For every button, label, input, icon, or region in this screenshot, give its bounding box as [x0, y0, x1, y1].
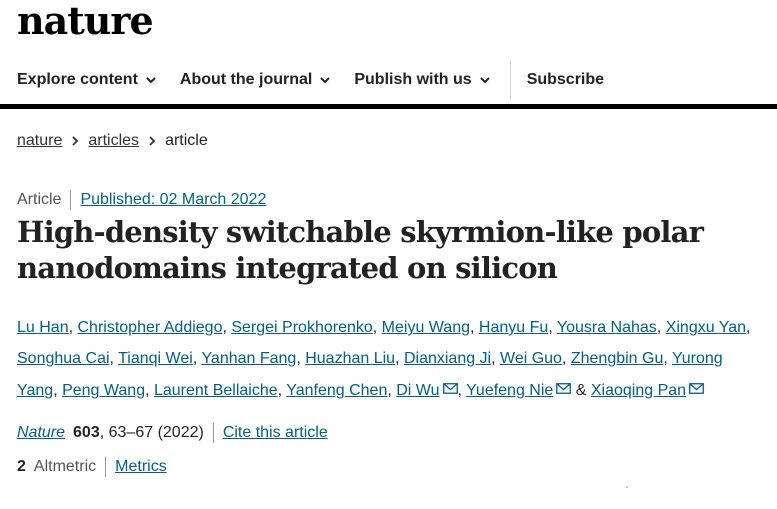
- author-link[interactable]: Huazhan Liu: [305, 350, 395, 367]
- chevron-down-icon: [479, 77, 490, 84]
- author-link[interactable]: Sergei Prokhorenko: [231, 319, 372, 336]
- author-link[interactable]: Xingxu Yan: [666, 319, 746, 336]
- breadcrumb-nature[interactable]: nature: [17, 132, 62, 150]
- volume: 603: [73, 424, 100, 441]
- author-link[interactable]: Peng Wang: [62, 382, 145, 399]
- mail-icon[interactable]: [689, 374, 704, 394]
- nav-publish-label: Publish with us: [354, 71, 472, 88]
- chevron-right-icon: [149, 136, 156, 146]
- author-list: Lu Han, Christopher Addiego, Sergei Prok…: [17, 319, 751, 399]
- author-link[interactable]: Yanhan Fang: [201, 350, 296, 367]
- nav-about-label: About the journal: [179, 71, 313, 88]
- cite-divider: [212, 423, 214, 443]
- author-link[interactable]: Yuefeng Nie: [466, 382, 553, 399]
- author-link[interactable]: Zhengbin Gu: [571, 350, 664, 367]
- article-meta: Article Published: 02 March 2022: [17, 190, 266, 210]
- altmetric-label: Altmetric: [33, 458, 97, 475]
- nav-subscribe[interactable]: Subscribe: [527, 71, 604, 89]
- author-link[interactable]: Laurent Bellaiche: [154, 382, 278, 399]
- author-link[interactable]: Dianxiang Ji: [404, 350, 491, 367]
- altmetric-count: 2: [17, 458, 26, 475]
- stray-dot: [626, 486, 628, 488]
- nav-explore-label: Explore content: [17, 71, 138, 88]
- cite-this-article-link[interactable]: Cite this article: [223, 424, 328, 442]
- nav-explore-content[interactable]: Explore content: [17, 71, 156, 89]
- author-link[interactable]: Yousra Nahas: [557, 319, 657, 336]
- author-link[interactable]: Songhua Cai: [17, 350, 110, 367]
- nav-rule: [0, 104, 777, 109]
- author-link[interactable]: Wei Guo: [500, 350, 562, 367]
- author-link[interactable]: Tianqi Wei: [118, 350, 193, 367]
- meta-divider: [70, 190, 72, 210]
- nature-logo[interactable]: nature: [17, 0, 154, 43]
- author-link[interactable]: Christopher Addiego: [77, 319, 222, 336]
- metrics-line: 2 Altmetric Metrics: [17, 457, 167, 477]
- metrics-link[interactable]: Metrics: [115, 458, 167, 476]
- author-link[interactable]: Hanyu Fu: [479, 319, 548, 336]
- pages-year: , 63–67 (2022): [99, 424, 204, 441]
- main-nav: Explore content About the journal Publis…: [0, 56, 777, 104]
- breadcrumb-current: article: [165, 132, 208, 149]
- published-date-link[interactable]: Published: 02 March 2022: [80, 191, 266, 209]
- author-link[interactable]: Lu Han: [17, 319, 69, 336]
- author-link[interactable]: Meiyu Wang: [382, 319, 470, 336]
- author-link[interactable]: Xiaoqing Pan: [591, 382, 686, 399]
- journal-link[interactable]: Nature: [17, 424, 65, 442]
- chevron-right-icon: [72, 136, 79, 146]
- article-title: High-density switchable skyrmion-like po…: [17, 215, 704, 285]
- citation-line: Nature 603 , 63–67 (2022) Cite this arti…: [17, 423, 328, 443]
- nav-about-journal[interactable]: About the journal: [179, 71, 331, 89]
- chevron-down-icon: [320, 77, 331, 84]
- author-link[interactable]: Yanfeng Chen: [286, 382, 387, 399]
- mail-icon[interactable]: [442, 374, 458, 394]
- metrics-divider: [105, 457, 107, 477]
- breadcrumb: nature articles article: [17, 132, 208, 150]
- nav-subscribe-label: Subscribe: [526, 71, 605, 88]
- nav-publish-with-us[interactable]: Publish with us: [354, 71, 490, 89]
- chevron-down-icon: [146, 77, 156, 84]
- mail-icon[interactable]: [556, 374, 572, 394]
- breadcrumb-articles[interactable]: articles: [88, 132, 139, 150]
- nav-divider: [509, 61, 511, 99]
- author-link[interactable]: Di Wu: [396, 382, 439, 399]
- article-type: Article: [17, 191, 62, 208]
